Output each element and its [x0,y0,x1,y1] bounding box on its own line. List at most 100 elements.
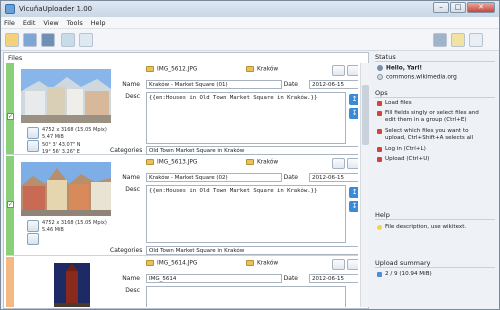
description-textarea[interactable] [146,286,346,307]
copy-up-icon[interactable]: ↥ [349,187,358,198]
file-name: IMG_5612.JPG [146,66,197,73]
image-metadata: 4752 x 3168 (15.05 Mpix) 5.46 MiB [42,220,107,233]
menu-file[interactable]: File [1,17,18,27]
menu-bar: File Edit View Tools Help [1,17,499,29]
name-input[interactable]: Kraków - Market Square (02) [146,173,282,182]
copy-up-icon[interactable]: ↥ [349,94,358,105]
copy-down-icon[interactable]: ↧ [349,201,358,212]
file-card: ✓ 4752 x 3168 (15.05 Mpix) 5.46 MiB IMG_… [6,156,358,256]
view-image-icon[interactable] [27,127,39,139]
scrollbar-thumb[interactable] [362,85,369,145]
select-checkbox[interactable]: ✓ [7,201,14,208]
file-icon [146,66,154,72]
title-bar: VicuñaUploader 1.00 – □ ✕ [1,1,499,17]
categories-input[interactable]: Old Town Market Square in Kraków [146,146,358,155]
folder-icon [246,159,254,165]
tools-button[interactable] [347,259,358,270]
file-location: Kraków [246,260,278,267]
file-card: ✓ 4752 x 3168 (15.05 Mpix) 5.47 MiB 50° … [6,63,358,155]
open-project-icon[interactable] [23,33,37,47]
user-icon [377,65,383,71]
summary-title: Upload summary [375,259,431,267]
photo-thumbnail [21,69,111,123]
name-label: Name [122,81,140,88]
file-icon [146,159,154,165]
globe-icon [377,74,383,80]
photo-thumbnail [21,162,111,216]
date-label: Date [283,275,298,282]
lightbulb-icon [377,225,382,230]
view-image-icon[interactable] [27,220,39,232]
categories-label: Categories [110,247,143,254]
copy-icon[interactable] [451,33,465,47]
side-panel: Status Hello, Yarl! commons.wikimedia.or… [371,52,498,309]
date-input[interactable]: 2012-06-15 [309,173,358,182]
op-select-files: Select which files you want to upload, C… [377,128,491,142]
files-panel: Files ✓ 4752 x 3168 (15.05 Mpix) 5.47 Mi… [3,52,369,309]
op-fill-fields: Fill fields singly or select files and e… [377,110,491,124]
op-load-files: Load files [377,100,491,107]
site-row: commons.wikimedia.org [377,74,457,81]
tools-button[interactable] [347,65,358,76]
maximize-button[interactable]: □ [450,2,466,13]
name-input[interactable]: Kraków - Market Square (01) [146,80,282,89]
menu-view[interactable]: View [40,17,61,27]
op-upload: Upload (Ctrl+U) [377,156,491,163]
folder-icon [246,260,254,266]
error-icon [377,129,382,134]
date-input[interactable]: 2012-06-15 [309,274,358,283]
image-dimensions: 4752 x 3168 (15.05 Mpix) [42,220,107,226]
save-icon[interactable] [41,33,55,47]
status-stripe [6,63,14,154]
photo-thumbnail [54,263,90,307]
description-textarea[interactable]: {{en:Houses in Old Town Market Square in… [146,185,346,243]
app-window: VicuñaUploader 1.00 – □ ✕ File Edit View… [0,0,500,310]
app-icon [5,4,15,14]
gps-longitude: 19° 56' 3.26" E [42,148,80,155]
menu-help[interactable]: Help [88,17,109,27]
remove-images-icon[interactable] [79,33,93,47]
status-title: Status [375,53,396,61]
vertical-scrollbar[interactable] [360,63,369,307]
select-checkbox[interactable]: ✓ [7,113,14,120]
location-icon[interactable] [27,233,39,245]
copy-down-icon[interactable]: ↧ [349,108,358,119]
file-icon [146,260,154,266]
image-metadata: 4752 x 3168 (15.05 Mpix) 5.47 MiB 50° 3'… [42,127,107,155]
user-row: Hello, Yarl! [377,65,422,72]
toolbar [1,29,499,51]
description-textarea[interactable]: {{en:Houses in Old Town Market Square in… [146,92,346,144]
name-input[interactable]: IMG_5614 [146,274,282,283]
ops-title: Ops [375,89,388,97]
open-folder-icon[interactable] [5,33,19,47]
add-images-icon[interactable] [61,33,75,47]
file-location: Kraków [246,66,278,73]
name-label: Name [122,275,140,282]
folder-button[interactable] [332,65,345,76]
settings-icon[interactable] [469,33,483,47]
tools-button[interactable] [347,158,358,169]
desc-label: Desc [125,287,140,294]
files-label: Files [8,54,23,62]
file-name: IMG_5614.JPG [146,260,197,267]
error-icon [377,111,382,116]
help-text: File description, use wikitext. [377,224,491,231]
minimize-button[interactable]: – [433,2,449,13]
menu-tools[interactable]: Tools [64,17,86,27]
menu-edit[interactable]: Edit [20,17,39,27]
folder-button[interactable] [332,259,345,270]
status-stripe [6,257,14,307]
error-icon [377,157,382,162]
close-button[interactable]: ✕ [467,2,495,13]
user-icon[interactable] [433,33,447,47]
error-icon [377,101,382,106]
folder-button[interactable] [332,158,345,169]
file-location: Kraków [246,159,278,166]
date-input[interactable]: 2012-06-15 [309,80,358,89]
date-label: Date [283,174,298,181]
file-name: IMG_5613.JPG [146,159,197,166]
categories-input[interactable]: Old Town Market Square in Kraków [146,246,358,255]
file-card: IMG_5614.JPG Kraków Name IMG_5614 Date 2… [6,257,358,307]
window-title: VicuñaUploader 1.00 [19,5,93,13]
desc-label: Desc [125,93,140,100]
